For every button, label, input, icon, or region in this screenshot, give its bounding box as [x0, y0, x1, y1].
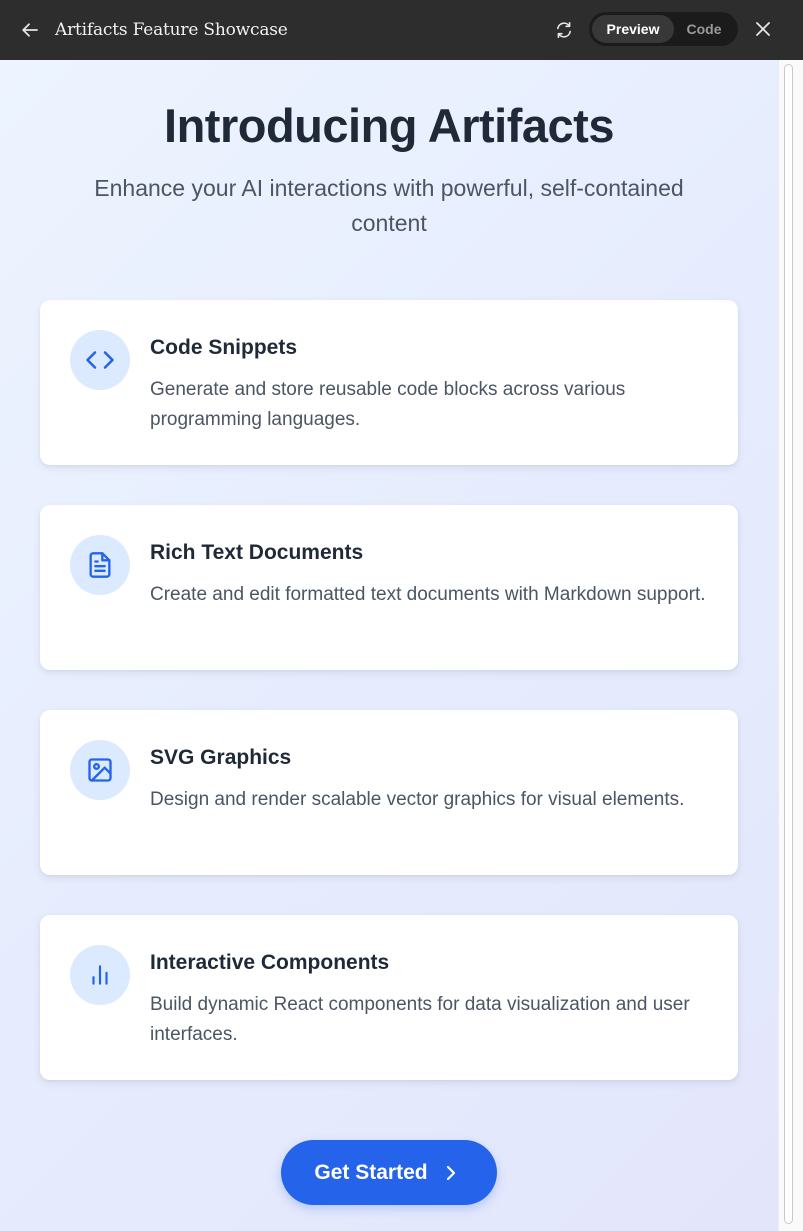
feature-title: Rich Text Documents — [150, 541, 364, 564]
feature-title: Interactive Components — [150, 951, 390, 974]
scrollbar-thumb[interactable] — [784, 64, 793, 1224]
feature-description: Create and edit formatted text documents… — [150, 584, 706, 605]
document-icon — [70, 535, 130, 595]
back-button[interactable] — [18, 18, 42, 42]
get-started-button[interactable]: Get Started — [281, 1140, 497, 1205]
scrollbar[interactable] — [778, 60, 803, 1231]
get-started-label: Get Started — [314, 1160, 428, 1184]
page-title: Introducing Artifacts — [164, 99, 614, 152]
window-title: Artifacts Feature Showcase — [55, 20, 288, 40]
code-icon — [70, 330, 130, 390]
preview-tab[interactable]: Preview — [592, 15, 674, 43]
chevron-right-icon — [444, 1165, 458, 1181]
feature-card-svg-graphics: SVG Graphics Design and render scalable … — [40, 710, 738, 875]
close-icon — [755, 21, 771, 37]
bar-chart-icon — [70, 945, 130, 1005]
image-icon — [70, 740, 130, 800]
preview-content: Introducing Artifacts Enhance your AI in… — [0, 60, 778, 1231]
feature-title: SVG Graphics — [150, 746, 292, 769]
arrow-left-icon — [21, 21, 39, 39]
title-bar: Artifacts Feature Showcase Preview Code — [0, 0, 803, 60]
feature-title: Code Snippets — [150, 336, 298, 359]
feature-description: Build dynamic React components for data … — [150, 994, 690, 1045]
feature-card-interactive-components: Interactive Components Build dynamic Rea… — [40, 915, 738, 1080]
feature-description: Generate and store reusable code blocks … — [150, 379, 626, 430]
page-subtitle: Enhance your AI interactions with powerf… — [94, 175, 684, 236]
code-tab[interactable]: Code — [674, 15, 734, 43]
refresh-icon — [555, 21, 573, 39]
feature-description: Design and render scalable vector graphi… — [150, 789, 685, 810]
view-toggle: Preview Code — [589, 12, 738, 46]
refresh-button[interactable] — [552, 18, 576, 42]
feature-card-code-snippets: Code Snippets Generate and store reusabl… — [40, 300, 738, 465]
close-button[interactable] — [751, 17, 775, 41]
feature-card-rich-text: Rich Text Documents Create and edit form… — [40, 505, 738, 670]
